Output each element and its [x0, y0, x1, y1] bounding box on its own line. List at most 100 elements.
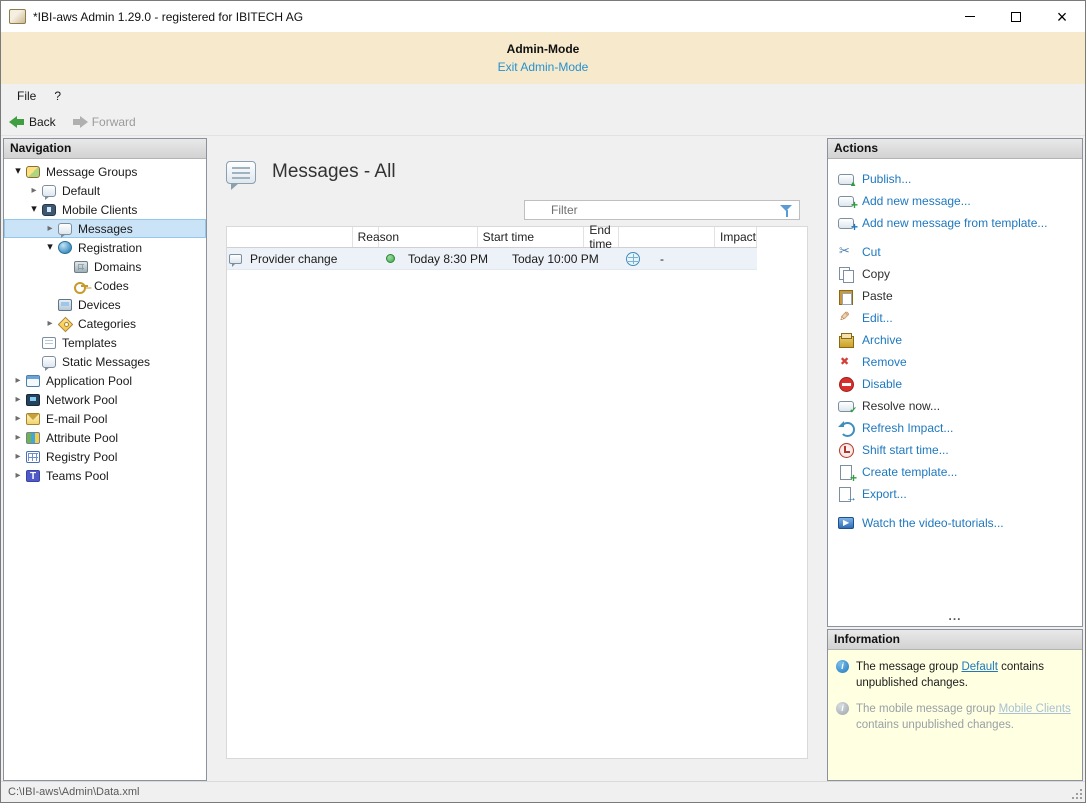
messages-table: Reason Start time End time Impact Provid… [227, 223, 757, 270]
info-link[interactable]: Default [961, 661, 997, 673]
filter-input[interactable] [525, 201, 799, 219]
actions-list: Publish... Add new message... Add new me… [828, 159, 1082, 610]
column-header[interactable]: Start time [478, 227, 585, 247]
action-label: Resolve now... [862, 399, 941, 413]
action-item[interactable]: Export... [828, 483, 1082, 505]
column-header-label: End time [589, 223, 612, 251]
tree-item[interactable]: ▸ Application Pool [4, 371, 206, 390]
titlebar: *IBI-aws Admin 1.29.0 - registered for I… [1, 1, 1085, 32]
tree-item[interactable]: ▸ Attribute Pool [4, 428, 206, 447]
chevron-right-icon[interactable]: ▸ [10, 466, 26, 485]
maximize-button[interactable] [993, 1, 1039, 32]
chevron-right-icon[interactable]: ▸ [10, 371, 26, 390]
action-item[interactable]: Paste [828, 285, 1082, 307]
action-item[interactable]: Resolve now... [828, 395, 1082, 417]
action-item[interactable]: Publish... [828, 168, 1082, 190]
action-item[interactable]: Copy [828, 263, 1082, 285]
page-title: Messages - All [272, 161, 396, 182]
exit-admin-mode-link[interactable]: Exit Admin-Mode [498, 60, 589, 74]
tree-item[interactable]: ▸ Network Pool [4, 390, 206, 409]
tree-item[interactable]: Domains [4, 257, 206, 276]
tree-item[interactable]: Devices [4, 295, 206, 314]
back-label: Back [29, 114, 56, 129]
tree-item[interactable]: Templates [4, 333, 206, 352]
action-item[interactable]: Add new message from template... [828, 212, 1082, 234]
chevron-right-icon[interactable]: ▸ [10, 390, 26, 409]
forward-button[interactable]: Forward [72, 115, 136, 129]
tree-item[interactable]: ▸ Categories [4, 314, 206, 333]
column-header[interactable]: Reason [353, 227, 399, 247]
tree-item-label: Network Pool [46, 392, 118, 407]
action-label: Paste [862, 289, 893, 303]
information-list: The message group Default contains unpub… [828, 650, 1082, 780]
tree-item[interactable]: ▸ Default [4, 181, 206, 200]
admin-mode-title: Admin-Mode [506, 42, 580, 56]
tree-item-label: Static Messages [62, 354, 151, 369]
forward-arrow-icon [72, 115, 88, 128]
registry-pool-icon [26, 450, 40, 463]
column-header[interactable]: Impact [715, 227, 757, 247]
column-header[interactable] [379, 227, 478, 247]
action-item[interactable]: Watch the video-tutorials... [828, 512, 1082, 534]
chevron-down-icon[interactable]: ▾ [26, 200, 42, 219]
close-button[interactable] [1039, 1, 1085, 32]
column-header[interactable] [619, 227, 715, 247]
menu-file[interactable]: File [8, 87, 45, 105]
chevron-down-icon[interactable]: ▾ [42, 238, 58, 257]
chevron-down-icon[interactable]: ▾ [10, 162, 26, 181]
page-title-row: Messages - All [226, 152, 808, 192]
menu-help[interactable]: ? [45, 87, 70, 105]
actions-header: Actions [828, 139, 1082, 159]
resize-grip[interactable] [1070, 787, 1082, 799]
action-item[interactable]: Archive [828, 329, 1082, 351]
navigation-header: Navigation [4, 139, 206, 159]
tree-item-label: Message Groups [46, 164, 138, 179]
action-item[interactable]: Create template... [828, 461, 1082, 485]
info-link[interactable]: Mobile Clients [999, 703, 1071, 715]
column-header[interactable]: End time [584, 223, 619, 251]
tree-item[interactable]: ▾ Registration [4, 238, 206, 257]
action-item[interactable]: Edit... [828, 307, 1082, 329]
categories-icon [58, 318, 72, 330]
column-header[interactable] [227, 227, 353, 247]
minimize-button[interactable] [947, 1, 993, 32]
domains-icon [74, 260, 88, 273]
messages-icon [58, 222, 72, 238]
action-item[interactable]: Refresh Impact... [828, 417, 1082, 439]
tree-item-label: Codes [94, 278, 129, 293]
window-controls [947, 1, 1085, 32]
tree-item[interactable]: ▸ Teams Pool [4, 466, 206, 485]
tree-item-label: Devices [78, 297, 121, 312]
actions-panel: Actions Publish... Add new message... Ad… [827, 138, 1083, 627]
app-window: *IBI-aws Admin 1.29.0 - registered for I… [0, 0, 1086, 803]
tree-item[interactable]: ▸ Registry Pool [4, 447, 206, 466]
table-row[interactable]: Provider change Today 8:30 PM Today 10:0… [227, 248, 757, 270]
right-column: Actions Publish... Add new message... Ad… [827, 138, 1083, 781]
action-item[interactable]: Add new message... [828, 190, 1082, 212]
tree-item[interactable]: ▾ Mobile Clients [4, 200, 206, 219]
action-item[interactable]: Disable [828, 373, 1082, 395]
table-header-row: Reason Start time End time Impact [227, 223, 757, 251]
filter-funnel-icon[interactable] [780, 205, 793, 217]
back-button[interactable]: Back [9, 115, 56, 129]
cell-end-time: Today 10:00 PM [512, 251, 599, 266]
info-item: The message group Default contains unpub… [836, 659, 1074, 691]
actions-overflow-indicator[interactable]: ... [828, 610, 1082, 626]
tree-item[interactable]: ▾ Message Groups [4, 162, 206, 181]
tree-item[interactable]: ▸ E-mail Pool [4, 409, 206, 428]
tree-item[interactable]: ▸ Messages [4, 219, 206, 238]
tree-item[interactable]: Static Messages [4, 352, 206, 371]
chevron-right-icon[interactable]: ▸ [42, 219, 58, 238]
action-item[interactable]: Shift start time... [828, 439, 1082, 461]
chevron-right-icon[interactable]: ▸ [42, 314, 58, 333]
tree-item-label: Registration [78, 240, 143, 255]
chevron-right-icon[interactable]: ▸ [26, 181, 42, 200]
tree-item[interactable]: Codes [4, 276, 206, 295]
action-item[interactable]: Remove [828, 351, 1082, 373]
action-item[interactable]: Cut [828, 241, 1082, 263]
chevron-right-icon[interactable]: ▸ [10, 428, 26, 447]
chevron-right-icon[interactable]: ▸ [10, 447, 26, 466]
application-pool-icon [26, 374, 40, 387]
chevron-right-icon[interactable]: ▸ [10, 409, 26, 428]
action-label: Export... [862, 487, 907, 501]
